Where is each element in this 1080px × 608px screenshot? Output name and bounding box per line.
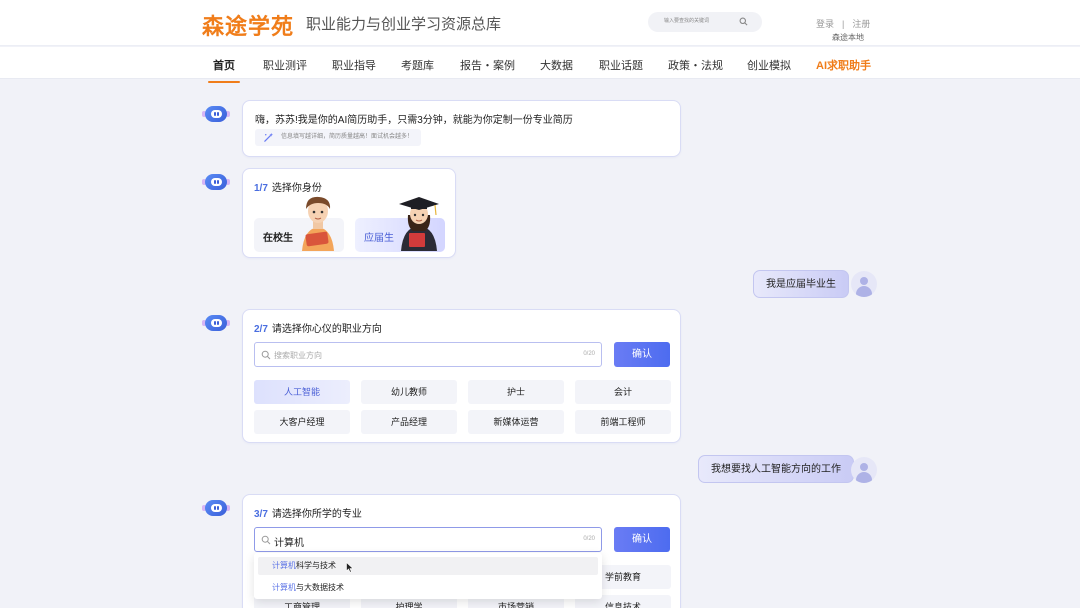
login-link[interactable]: 登录 [816, 19, 834, 29]
step-title-text: 请选择你心仪的职业方向 [271, 324, 382, 335]
search-icon [261, 350, 271, 360]
major-search-input[interactable]: 计算机 [274, 534, 304, 549]
nav-item-guidance[interactable]: 职业指导 [332, 57, 376, 73]
register-link[interactable]: 注册 [852, 19, 870, 29]
nav-item-home[interactable]: 首页 [208, 57, 240, 83]
confirm-button[interactable]: 确认 [614, 527, 670, 552]
mouse-cursor-icon [346, 562, 354, 573]
identity-option-label: 在校生 [263, 233, 293, 244]
greeting-tip: 信息填写越详细，简历质量越高！面试机会越多！ [255, 129, 422, 146]
career-option[interactable]: 新媒体运营 [468, 410, 564, 434]
bot-avatar [202, 172, 230, 192]
step-number: 2/7 [254, 324, 268, 335]
identity-option-graduate[interactable]: 应届生 [355, 197, 445, 252]
confirm-button[interactable]: 确认 [614, 342, 670, 367]
greeting-card: 嗨，苏苏!我是你的AI简历助手，只需3分钟，就能为你定制一份专业简历 信息填写越… [242, 100, 681, 157]
identity-option-label: 应届生 [364, 233, 394, 244]
career-option[interactable]: 幼儿教师 [361, 380, 457, 404]
char-counter: 0/20 [583, 351, 595, 357]
suggestion-rest: 科学与技术 [296, 561, 336, 570]
identity-option-student[interactable]: 在校生 [254, 196, 344, 252]
search-box[interactable]: 输入要查找的关键词 [648, 12, 762, 32]
main-nav: 首页 职业测评 职业指导 考题库 报告・案例 大数据 职业话题 政策・法规 创业… [0, 47, 1080, 83]
career-option[interactable]: 前端工程师 [575, 410, 671, 434]
bot-avatar [202, 313, 230, 333]
user-reply-bubble: 我想要找人工智能方向的工作 [698, 455, 854, 483]
career-option[interactable]: 会计 [575, 380, 671, 404]
suggestion-item[interactable]: 计算机科学与技术 [258, 557, 598, 575]
career-option[interactable]: 产品经理 [361, 410, 457, 434]
step-title: 2/7 请选择你心仪的职业方向 [254, 320, 382, 335]
graduate-illustration-icon [399, 197, 439, 251]
user-avatar [851, 271, 877, 297]
search-input[interactable]: 输入要查找的关键词 [664, 17, 709, 24]
greeting-tip-text: 信息填写越详细，简历质量越高！面试机会越多！ [281, 134, 414, 140]
user-reply-bubble: 我是应届毕业生 [753, 270, 849, 298]
career-search-field[interactable]: 搜索职业方向 0/20 [254, 342, 602, 367]
magic-wand-icon [264, 132, 274, 142]
local-site-link[interactable]: 森途本地 [832, 32, 864, 43]
nav-item-exam-bank[interactable]: 考题库 [401, 57, 434, 73]
site-header: 森途学苑 职业能力与创业学习资源总库 输入要查找的关键词 登录 | 注册 森途本地 [0, 0, 1080, 46]
career-option[interactable]: 护士 [468, 380, 564, 404]
step-number: 3/7 [254, 509, 268, 520]
career-direction-card: 2/7 请选择你心仪的职业方向 搜索职业方向 0/20 确认 人工智能 幼儿教师 … [242, 309, 681, 443]
nav-item-topics[interactable]: 职业话题 [599, 57, 643, 73]
search-icon [261, 535, 271, 545]
bot-avatar [202, 104, 230, 124]
nav-item-reports[interactable]: 报告・案例 [460, 57, 515, 73]
bot-avatar [202, 498, 230, 518]
user-avatar [851, 457, 877, 483]
career-option[interactable]: 大客户经理 [254, 410, 350, 434]
career-option[interactable]: 人工智能 [254, 380, 350, 404]
suggestion-highlight: 计算机 [272, 561, 296, 570]
major-suggestion-dropdown: 计算机科学与技术 计算机与大数据技术 [254, 553, 602, 599]
suggestion-item[interactable]: 计算机与大数据技术 [258, 579, 598, 597]
nav-item-assessment[interactable]: 职业测评 [263, 57, 307, 73]
student-illustration-icon [302, 196, 334, 251]
step-title: 3/7 请选择你所学的专业 [254, 505, 362, 520]
search-icon[interactable] [739, 17, 748, 26]
nav-item-ai-assistant[interactable]: AI求职助手 [816, 57, 871, 73]
career-search-input[interactable]: 搜索职业方向 [274, 350, 322, 361]
identity-card: 1/7 选择你身份 在校生 应届生 [242, 168, 456, 258]
site-slogan: 职业能力与创业学习资源总库 [306, 16, 502, 33]
auth-separator: | [842, 19, 845, 29]
step-number: 1/7 [254, 183, 268, 194]
nav-item-big-data[interactable]: 大数据 [540, 57, 573, 73]
auth-links: 登录 | 注册 [816, 17, 870, 30]
site-logo[interactable]: 森途学苑 [202, 9, 294, 41]
suggestion-rest: 与大数据技术 [296, 583, 344, 592]
major-search-field[interactable]: 计算机 0/20 [254, 527, 602, 552]
nav-item-simulation[interactable]: 创业模拟 [747, 57, 791, 73]
step-title: 1/7 选择你身份 [254, 179, 322, 194]
char-counter: 0/20 [583, 536, 595, 542]
nav-item-policy[interactable]: 政策・法规 [668, 57, 723, 73]
greeting-text: 嗨，苏苏!我是你的AI简历助手，只需3分钟，就能为你定制一份专业简历 [255, 115, 573, 126]
suggestion-highlight: 计算机 [272, 583, 296, 592]
step-title-text: 请选择你所学的专业 [271, 509, 362, 520]
